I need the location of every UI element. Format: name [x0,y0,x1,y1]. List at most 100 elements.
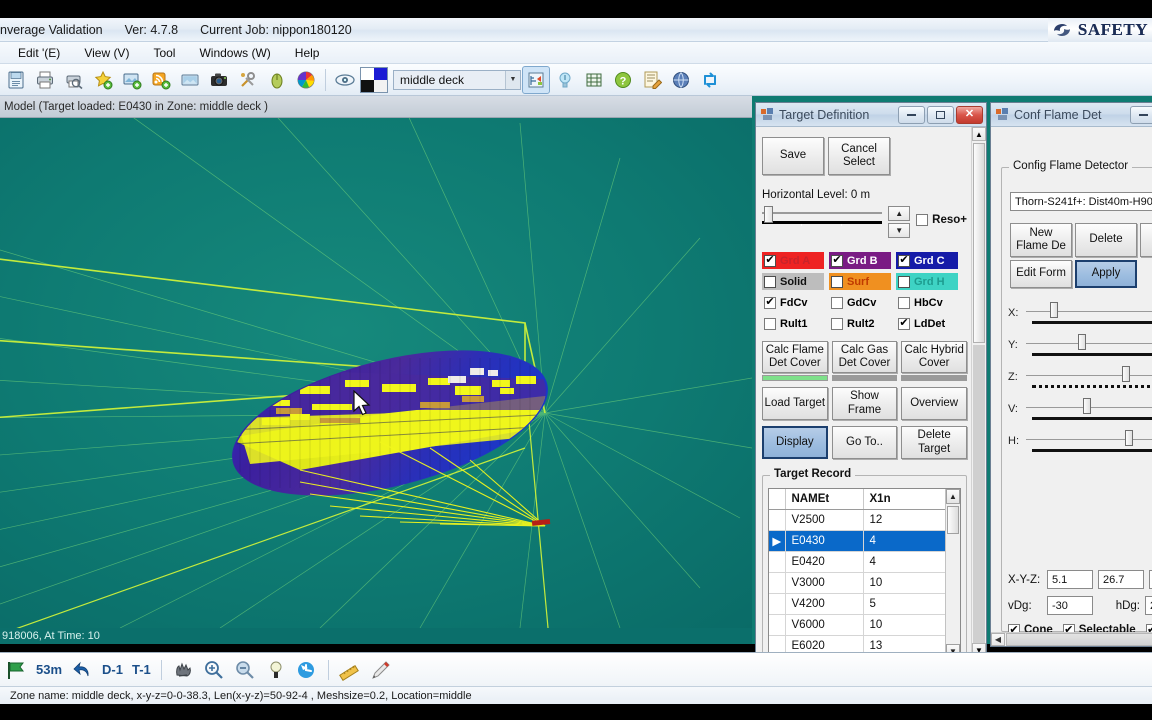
table-row[interactable]: V4200 5 [769,593,960,615]
menu-item-edit[interactable]: Edit '(E) [6,44,72,62]
target-definition-window[interactable]: Target Definition ✕ ▲ ▼ Save Cancel Sele… [755,102,987,658]
checkbox-fdcv[interactable]: ✔ FdCv [762,294,824,311]
slider-v[interactable]: V: [1008,398,1152,420]
refresh-icon[interactable] [696,66,724,94]
zoom-out-icon[interactable] [231,656,259,684]
table-row-selected[interactable]: ▶ E0430 4 [769,530,960,552]
color-swatch-icon[interactable] [360,66,388,93]
hscroll-thumb[interactable] [1006,633,1152,646]
scroll-up-button[interactable]: ▲ [972,127,986,141]
checkbox-grd-b[interactable]: ✔ Grd B [829,252,891,269]
table-row[interactable]: V6000 10 [769,614,960,636]
viewport-3d-scene[interactable] [0,118,752,628]
mouse-icon[interactable] [263,66,291,94]
vdg-field[interactable]: -30 [1047,596,1093,615]
target-panel-scrollbar[interactable]: ▲ ▼ [971,127,986,657]
checkbox-surf[interactable]: Surf [829,273,891,290]
slider-z[interactable]: Z: [1008,366,1152,388]
checkbox-grd-a[interactable]: ✔ Grd A [762,252,824,269]
reso-checkbox-row[interactable]: Reso+ [916,214,967,226]
level-stepper[interactable]: ▲ ▼ [888,206,911,238]
undo-icon[interactable] [68,656,96,684]
maximize-button[interactable] [927,105,954,124]
eye-icon[interactable] [331,66,359,94]
add-template-icon[interactable] [89,66,117,94]
add-image-icon[interactable] [118,66,146,94]
target-definition-title-bar[interactable]: Target Definition ✕ [756,103,986,127]
scroll-track-lower[interactable] [973,345,985,643]
checkbox-lddet[interactable]: ✔ LdDet [896,315,958,332]
minimize-button[interactable] [898,105,925,124]
show-frame-button[interactable]: Show Frame [831,387,898,420]
level-down-button[interactable]: ▼ [888,223,911,238]
column-header-namet[interactable]: NAMEt [785,489,864,510]
layers-icon[interactable] [522,65,550,94]
apply-button[interactable]: Apply [1075,260,1137,288]
table-row[interactable]: E0420 4 [769,551,960,573]
delete-target-button[interactable]: Delete Target [901,426,967,459]
conf-flame-det-window[interactable]: Conf Flame Det Config Flame Detector Tho… [990,102,1152,647]
reset-detector-button[interactable]: Res [1140,223,1152,257]
y-field[interactable]: 26.7 [1098,570,1144,589]
hscroll-left-button[interactable]: ◀ [991,633,1005,646]
new-flame-detector-button[interactable]: New Flame De [1010,223,1072,257]
add-feed-icon[interactable] [147,66,175,94]
menu-item-tool[interactable]: Tool [141,44,187,62]
menu-item-windows[interactable]: Windows (W) [187,44,282,62]
checkbox-grd-c[interactable]: ✔ Grd C [896,252,958,269]
bulb-icon[interactable] [262,656,290,684]
calc-flame-det-cover-button[interactable]: Calc Flame Det Cover [762,341,828,373]
chevron-down-icon[interactable]: ▼ [505,70,520,89]
x-field[interactable]: 5.1 [1047,570,1093,589]
pen-icon[interactable] [367,656,395,684]
target-record-table[interactable]: NAMEt X1n V2500 12 ▶ E0430 4 E0420 4 V30… [768,488,961,657]
display-button[interactable]: Display [762,426,828,459]
checkbox-grd-h[interactable]: Grd H [896,273,958,290]
scroll-thumb[interactable] [973,143,985,343]
zone-select[interactable]: middle deck ▼ [393,69,521,90]
picture-icon[interactable] [176,66,204,94]
reso-checkbox[interactable] [916,214,929,226]
load-target-button[interactable]: Load Target [762,387,828,420]
slider-v-thumb[interactable] [1083,398,1092,414]
slider-h[interactable]: H: [1008,430,1152,452]
color-wheel-icon[interactable] [292,66,320,94]
slider-h-thumb[interactable] [1125,430,1134,446]
globe-icon[interactable] [667,66,695,94]
save-icon[interactable] [2,66,30,94]
slider-x[interactable]: X: [1008,302,1152,324]
hdg-field[interactable]: 20 [1145,596,1152,615]
calc-gas-det-cover-button[interactable]: Calc Gas Det Cover [831,341,898,373]
minimize-button[interactable] [1130,105,1152,124]
d-level-label[interactable]: D-1 [99,662,126,677]
detector-model-field[interactable]: Thorn-S241f+: Dist40m-H90-VP45 [1010,192,1152,211]
slider-x-thumb[interactable] [1050,302,1059,318]
redo-icon[interactable] [293,656,321,684]
print-preview-icon[interactable] [60,66,88,94]
go-to-button[interactable]: Go To.. [831,426,898,459]
checkbox-gdcv[interactable]: GdCv [829,294,891,311]
table-row[interactable]: V3000 10 [769,572,960,594]
zoom-in-icon[interactable] [200,656,228,684]
notes-icon[interactable] [638,66,666,94]
slider-y[interactable]: Y: [1008,334,1152,356]
hand-rotate-icon[interactable] [169,656,197,684]
bulb-icon[interactable] [551,66,579,94]
checkbox-hbcv[interactable]: HbCv [896,294,958,311]
conf-flame-det-title-bar[interactable]: Conf Flame Det [991,103,1152,127]
slider-z-thumb[interactable] [1121,366,1130,382]
level-up-button[interactable]: ▲ [888,206,911,221]
print-icon[interactable] [31,66,59,94]
help-icon[interactable]: ? [609,66,637,94]
close-icon[interactable]: ✕ [956,105,983,124]
table-scrollbar[interactable]: ▲ ▼ [945,489,960,657]
save-button[interactable]: Save [762,137,824,175]
menu-item-help[interactable]: Help [283,44,332,62]
delete-detector-button[interactable]: Delete [1075,223,1137,257]
grid-icon[interactable] [580,66,608,94]
flame-panel-hscrollbar[interactable]: ◀ [991,632,1152,646]
flag-icon[interactable] [2,656,30,684]
checkbox-rult2[interactable]: Rult2 [829,315,891,332]
overview-button[interactable]: Overview [901,387,967,420]
ruler-icon[interactable] [336,656,364,684]
